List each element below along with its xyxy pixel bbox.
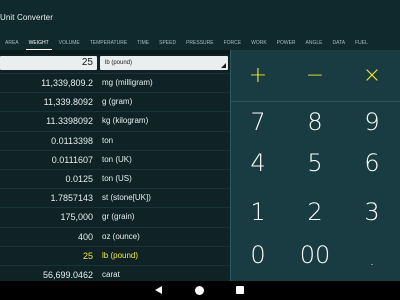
app-title: Unit Converter xyxy=(0,13,53,22)
conversion-row[interactable]: 400 oz (ounce) xyxy=(0,226,230,246)
row-unit: oz (ounce) xyxy=(102,231,140,241)
decimal-key[interactable]: . xyxy=(344,238,400,282)
dropdown-icon xyxy=(221,63,226,68)
conversion-list: lb (pound) 11,339,809.2mg (milligram)11,… xyxy=(0,54,230,281)
back-icon[interactable] xyxy=(155,286,162,294)
digit-0-key[interactable]: 0 xyxy=(230,238,286,272)
tab-area[interactable]: AREA xyxy=(0,36,24,50)
tab-data[interactable]: DATA xyxy=(328,36,351,50)
tab-power[interactable]: POWER xyxy=(272,36,301,50)
row-value: 11.3398092 xyxy=(46,116,93,127)
input-row: lb (pound) xyxy=(0,54,230,72)
row-unit: lb (pound) xyxy=(102,250,139,260)
digit-9-key[interactable]: 9 xyxy=(344,105,400,139)
tab-angle[interactable]: ANGLE xyxy=(301,36,328,50)
conversion-row[interactable]: 0.0113398 ton xyxy=(0,130,230,150)
tab-volume[interactable]: VOLUME xyxy=(54,36,85,50)
row-unit: mg (milligram) xyxy=(102,78,153,87)
tab-weight[interactable]: WEIGHT xyxy=(24,36,54,50)
home-icon[interactable] xyxy=(195,286,204,295)
conversion-row[interactable]: 11,339,809.2 mg (milligram) xyxy=(0,73,230,92)
conversion-row[interactable]: 175,000 gr (grain) xyxy=(0,207,230,226)
row-unit: ton xyxy=(102,135,114,145)
row-unit: ton (UK) xyxy=(102,154,132,164)
row-value: 25 xyxy=(82,250,93,261)
multiply-key[interactable]: × xyxy=(344,59,400,93)
row-unit: kg (kilogram) xyxy=(102,116,149,126)
digit-4-key[interactable]: 4 xyxy=(230,146,286,180)
row-unit: gr (grain) xyxy=(102,212,135,222)
conversion-row[interactable]: 1.7857143 st (stone[UK]) xyxy=(0,188,230,207)
row-unit: st (stone[UK]) xyxy=(102,193,151,203)
conversion-row[interactable]: 11.3398092 kg (kilogram) xyxy=(0,111,230,130)
row-value: 11,339,809.2 xyxy=(41,78,93,88)
tab-pressure[interactable]: PRESSURE xyxy=(181,36,219,50)
row-value: 0.0111607 xyxy=(51,154,93,165)
row-unit: g (gram) xyxy=(102,97,133,107)
row-value: 400 xyxy=(77,231,93,242)
row-value: 1.7857143 xyxy=(50,193,93,204)
digit-7-key[interactable]: 7 xyxy=(230,105,286,139)
unit-category-tabs: AREA WEIGHT VOLUME TEMPERATURE TIME SPEED PRES… xyxy=(0,36,400,50)
minus-key[interactable]: − xyxy=(287,59,343,93)
tab-fuel[interactable]: FUEL xyxy=(350,36,373,50)
tab-work[interactable]: WORK xyxy=(246,36,272,50)
recent-apps-icon[interactable] xyxy=(236,286,244,294)
digit-8-key[interactable]: 8 xyxy=(287,105,343,139)
row-unit: ton (US) xyxy=(102,174,132,183)
digit-2-key[interactable]: 2 xyxy=(287,195,343,229)
row-value: 11,339.8092 xyxy=(43,97,93,108)
unit-select-label: lb (pound) xyxy=(105,60,133,66)
conversion-row[interactable]: 25 lb (pound) xyxy=(0,245,230,265)
app-bar: Unit Converter xyxy=(0,0,400,36)
tab-temperature[interactable]: TEMPERATURE xyxy=(85,36,132,50)
unit-select[interactable]: lb (pound) xyxy=(100,56,228,70)
digit-6-key[interactable]: 6 xyxy=(344,146,400,180)
system-nav-bar xyxy=(0,281,400,300)
digit-5-key[interactable]: 5 xyxy=(287,146,343,180)
digit-1-key[interactable]: 1 xyxy=(230,195,286,229)
tab-time[interactable]: TIME xyxy=(132,36,154,50)
tab-speed[interactable]: SPEED xyxy=(154,36,181,50)
conversion-row[interactable]: 0.0125 ton (US) xyxy=(0,169,230,188)
row-value: 0.0125 xyxy=(65,174,93,184)
row-value: 175,000 xyxy=(60,212,93,223)
double-zero-key[interactable]: 00 xyxy=(287,238,343,272)
conversion-row[interactable]: 0.0111607 ton (UK) xyxy=(0,149,230,169)
row-value: 0.0113398 xyxy=(51,135,93,146)
conversion-row[interactable]: 11,339.8092 g (gram) xyxy=(0,92,230,111)
plus-key[interactable]: + xyxy=(230,59,286,93)
value-input[interactable] xyxy=(0,56,97,70)
keypad: + − × 7 8 9 4 5 6 1 2 3 0 00. xyxy=(230,50,400,281)
keypad-divider xyxy=(230,101,400,102)
tab-force[interactable]: FORCE xyxy=(219,36,247,50)
digit-3-key[interactable]: 3 xyxy=(344,195,400,229)
